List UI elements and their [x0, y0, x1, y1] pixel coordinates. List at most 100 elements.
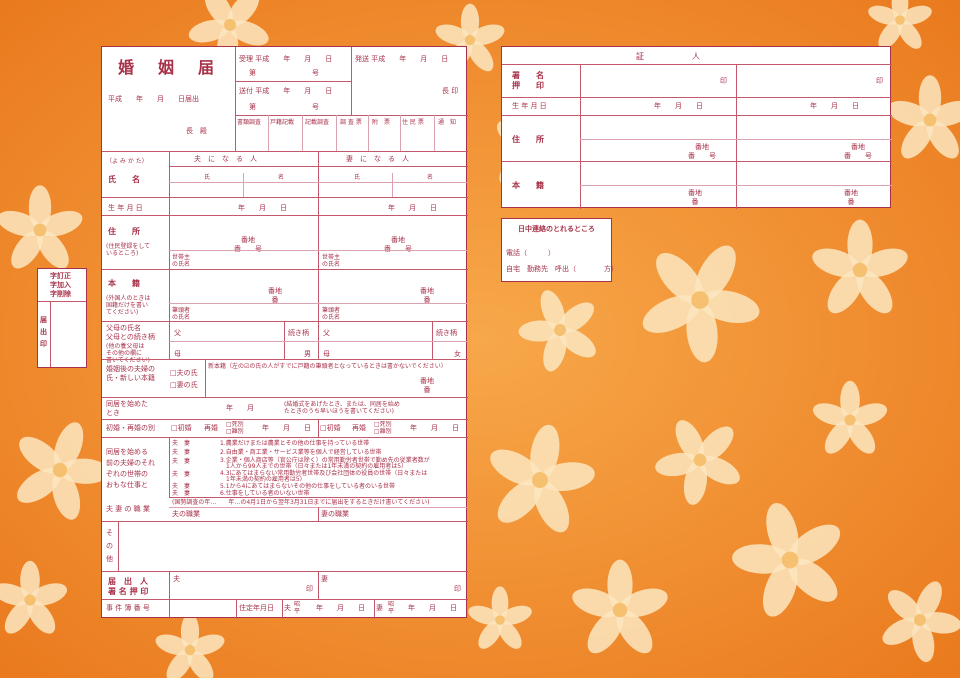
husband-head-name: 筆頭者 の氏名: [172, 307, 191, 321]
husband-remarriage-date[interactable]: 年 月 日: [262, 424, 311, 433]
cohabitation-date[interactable]: 年 月: [226, 404, 254, 413]
witness1-dob[interactable]: 年 月 日: [654, 102, 703, 111]
fuma-2[interactable]: 夫 妻: [172, 449, 190, 456]
work-item-4: 1人から99人までの世帯（日々または1年未満の契約の雇用者は5）: [220, 463, 408, 470]
case-number-label: 事 件 簿 番 号: [106, 604, 150, 612]
office-col-6: 住 民 票: [402, 119, 424, 126]
correction-label: 字訂正 字加入 字削除: [50, 272, 71, 298]
daytime-contact-box: 日中連絡のとれるところ 電話（ ） 自宅 勤務先 呼出（ 方）: [501, 218, 618, 282]
wife-householder: 世帯主 の氏名: [322, 254, 341, 268]
witness2-dob[interactable]: 年 月 日: [810, 102, 859, 111]
wife-job[interactable]: 妻の職業: [321, 510, 349, 519]
fuma-4[interactable]: 夫 妻: [172, 471, 190, 478]
office-col-4: 調 査 票: [340, 119, 362, 126]
other-label: そ の 他: [106, 529, 113, 563]
witness1-seal: 印: [720, 77, 727, 85]
husband-householder: 世帯主 の氏名: [172, 254, 191, 268]
receipt-number[interactable]: 第 号: [249, 69, 319, 78]
wife-header: 妻 に な る 人: [346, 155, 409, 163]
mayor-seal: 長 印: [442, 87, 459, 95]
wife-dob[interactable]: 年 月 日: [388, 204, 437, 213]
husband-father[interactable]: 父: [174, 329, 181, 338]
husband-relation-label: 続き柄: [288, 329, 309, 337]
wife-surname-option[interactable]: □妻の氏: [170, 381, 198, 390]
wife-death[interactable]: □死別: [374, 421, 392, 428]
remarriage-label: 初婚・再婚の別: [106, 424, 155, 432]
wife-father[interactable]: 父: [323, 329, 330, 338]
husband-given-label: 名: [278, 174, 285, 181]
honseki-label: 本 籍: [108, 279, 140, 288]
fuma-1[interactable]: 夫 妻: [172, 440, 190, 447]
wife-address-banchi: 番地 番 号: [384, 236, 412, 253]
job-label: 夫 妻 の 職 業: [106, 505, 150, 513]
witness-dob-label: 生 年 月 日: [512, 102, 547, 110]
wife-daughter: 女: [454, 350, 461, 358]
wife-short: 妻: [376, 604, 383, 612]
contact-options[interactable]: 自宅 勤務先 呼出（ 方）: [506, 265, 618, 274]
husband-header: 夫 に な る 人: [194, 155, 257, 163]
cohabitation-label: 同居を始めた とき: [106, 400, 148, 417]
witness-address-label: 住 所: [512, 135, 544, 144]
wife-remarriage-date[interactable]: 年 月 日: [410, 424, 459, 433]
name-label: 氏 名: [108, 175, 140, 184]
husband-surname-label: 氏: [204, 174, 211, 181]
fuma-5[interactable]: 夫 妻: [172, 483, 190, 490]
wife-relation-label: 続き柄: [436, 329, 457, 337]
sent-date[interactable]: 送付 平成 年 月 日: [239, 87, 332, 96]
mayor-address: 長 殿: [186, 127, 207, 135]
dispatch-date[interactable]: 発送 平成 年 月 日: [355, 55, 448, 64]
wife-residence-date[interactable]: 年 月 日: [408, 604, 457, 613]
witness2-seal: 印: [876, 77, 883, 85]
husband-death[interactable]: □死別: [226, 421, 244, 428]
residence-fixed-label: 住定年月日: [239, 604, 274, 612]
applicant-label: 届 出 人 署 名 押 印: [108, 577, 149, 596]
wife-divorce[interactable]: □離別: [374, 428, 392, 435]
wife-mother[interactable]: 母: [323, 350, 330, 359]
sent-number[interactable]: 第 号: [249, 103, 319, 112]
witness-sign-label: 署 名 押 印: [512, 71, 544, 90]
witness1-address-banchi: 番地 番 号: [688, 143, 716, 160]
work-item-6: 1年未満の契約の雇用者は5）: [220, 476, 306, 483]
filing-date[interactable]: 平成 年 月 日届出: [108, 95, 199, 104]
wife-first-marriage[interactable]: □初婚: [320, 424, 341, 433]
office-col-2: 戸籍記載: [270, 119, 295, 126]
wife-remarriage[interactable]: 再婚: [352, 424, 366, 433]
husband-seal: 印: [306, 585, 313, 593]
witness1-honseki-banchi: 番地 番: [688, 189, 702, 206]
husband-residence-date[interactable]: 年 月 日: [316, 604, 365, 613]
witness2-honseki-banchi: 番地 番: [844, 189, 858, 206]
work-item-7: 5.1から4にあてはまらないその他の仕事をしている者のいる世帯: [220, 483, 395, 490]
dob-label: 生 年 月 日: [108, 204, 143, 212]
husband-first-marriage[interactable]: □初婚: [171, 424, 192, 433]
husband-remarriage[interactable]: 再婚: [204, 424, 218, 433]
husband-dob[interactable]: 年 月 日: [238, 204, 287, 213]
fuma-3[interactable]: 夫 妻: [172, 458, 190, 465]
husband-job[interactable]: 夫の職業: [172, 510, 200, 519]
witness2-address-banchi: 番地 番 号: [844, 143, 872, 160]
applicant-seal-label: 届 出 印: [40, 316, 47, 348]
wife-era: 昭 平: [388, 601, 395, 615]
census-note: (国勢調査の年… 年…の4月1日から翌年3月31日までに届出をするときだけ書いて…: [172, 499, 430, 506]
correction-box: 字訂正 字加入 字削除 届 出 印: [37, 268, 87, 368]
husband-short: 夫: [284, 604, 291, 612]
contact-title: 日中連絡のとれるところ: [518, 225, 595, 233]
witness-header: 証 人: [636, 52, 700, 61]
new-honseki-label: 新本籍（左の☑の氏の人がすでに戸籍の筆頭者となっているときは書かないでください）: [208, 363, 447, 370]
honseki-note: (外国人のときは 国籍だけを書い てください): [106, 295, 151, 316]
cohabitation-note: (結婚式をあげたとき、または、同居を始め たときのうち早いほうを書いてください): [284, 401, 400, 415]
office-col-7: 通 知: [438, 119, 457, 126]
office-col-3: 記載調査: [305, 119, 330, 126]
wife-signature-label: 妻: [321, 575, 328, 583]
husband-divorce[interactable]: □離別: [226, 428, 244, 435]
parents-label: 父母の氏名 父母との続き柄: [106, 324, 155, 341]
address-label: 住 所: [108, 227, 140, 236]
husband-surname-option[interactable]: □夫の氏: [170, 369, 198, 378]
receipt-date[interactable]: 受理 平成 年 月 日: [239, 55, 332, 64]
wife-seal: 印: [454, 585, 461, 593]
husband-address-banchi: 番地 番 号: [234, 236, 262, 253]
fuma-6[interactable]: 夫 妻: [172, 490, 190, 497]
husband-mother[interactable]: 母: [174, 350, 181, 359]
contact-phone[interactable]: 電話（ ）: [506, 249, 555, 258]
husband-son: 男: [304, 350, 311, 358]
work-label: 同居を始める 前の夫婦のそれ ぞれの世帯の おもな仕事と: [106, 448, 155, 489]
